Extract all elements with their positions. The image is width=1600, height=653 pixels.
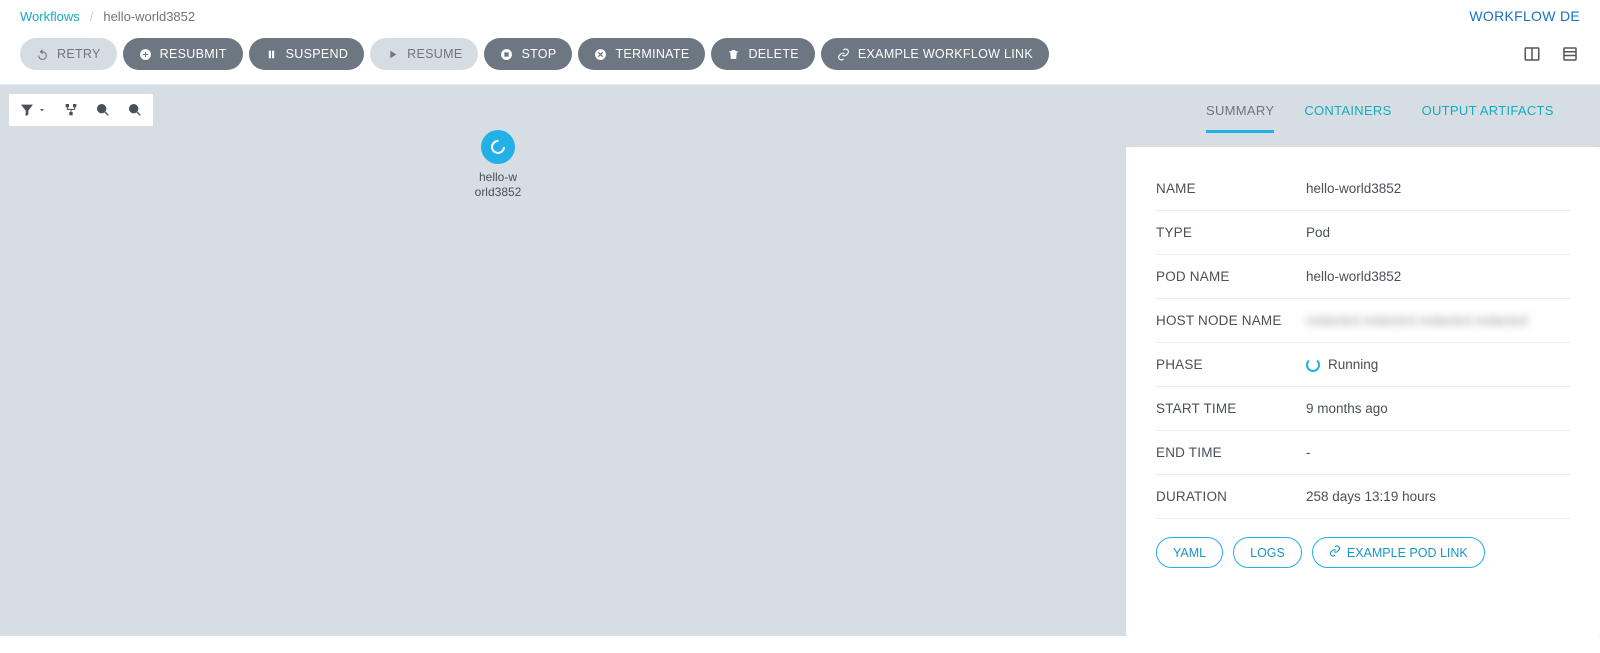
- workflow-details-label[interactable]: WORKFLOW DE: [1469, 8, 1580, 24]
- host-node-value: redacted redacted redacted redacted: [1306, 313, 1570, 328]
- name-label: NAME: [1156, 181, 1306, 196]
- node-status-icon: [481, 130, 515, 164]
- retry-label: RETRY: [57, 47, 101, 61]
- example-workflow-link-label: EXAMPLE WORKFLOW LINK: [858, 47, 1033, 61]
- example-workflow-link-button[interactable]: EXAMPLE WORKFLOW LINK: [821, 38, 1049, 70]
- duration-value: 258 days 13:19 hours: [1306, 489, 1570, 504]
- end-time-label: END TIME: [1156, 445, 1306, 460]
- link-icon: [1329, 545, 1341, 560]
- yaml-button[interactable]: YAML: [1156, 537, 1223, 568]
- breadcrumb: Workflows / hello-world3852: [20, 9, 195, 24]
- suspend-button[interactable]: SUSPEND: [249, 38, 365, 70]
- resubmit-label: RESUBMIT: [160, 47, 227, 61]
- start-time-label: START TIME: [1156, 401, 1306, 416]
- stop-button[interactable]: STOP: [484, 38, 572, 70]
- retry-button[interactable]: RETRY: [20, 38, 117, 70]
- resume-label: RESUME: [407, 47, 462, 61]
- pod-name-value: hello-world3852: [1306, 269, 1570, 284]
- breadcrumb-separator: /: [90, 9, 94, 24]
- breadcrumb-root-link[interactable]: Workflows: [20, 9, 80, 24]
- workflow-canvas[interactable]: hello-world3852: [0, 85, 1108, 636]
- phase-label: PHASE: [1156, 357, 1306, 372]
- phase-value: Running: [1306, 357, 1570, 372]
- host-node-label: HOST NODE NAME: [1156, 313, 1306, 328]
- canvas-tools: [8, 93, 154, 127]
- end-time-value: -: [1306, 445, 1570, 460]
- running-spinner-icon: [1306, 358, 1320, 372]
- stop-label: STOP: [521, 47, 556, 61]
- type-label: TYPE: [1156, 225, 1306, 240]
- kv-duration: DURATION 258 days 13:19 hours: [1156, 475, 1570, 519]
- summary-card: NAME hello-world3852 TYPE Pod POD NAME h…: [1126, 147, 1600, 636]
- resume-button[interactable]: RESUME: [370, 38, 478, 70]
- delete-button[interactable]: DELETE: [711, 38, 814, 70]
- type-value: Pod: [1306, 225, 1570, 240]
- pod-name-label: POD NAME: [1156, 269, 1306, 284]
- suspend-label: SUSPEND: [286, 47, 349, 61]
- x-circle-icon: [594, 48, 607, 61]
- example-pod-link-button[interactable]: EXAMPLE POD LINK: [1312, 537, 1485, 568]
- toolbar: RETRY RESUBMIT SUSPEND RESUME STOP TERMI…: [0, 34, 1600, 85]
- graph-layout-icon[interactable]: [63, 102, 79, 118]
- duration-label: DURATION: [1156, 489, 1306, 504]
- name-value: hello-world3852: [1306, 181, 1570, 196]
- link-icon: [837, 48, 850, 61]
- kv-pod-name: POD NAME hello-world3852: [1156, 255, 1570, 299]
- kv-host-node: HOST NODE NAME redacted redacted redacte…: [1156, 299, 1570, 343]
- kv-start-time: START TIME 9 months ago: [1156, 387, 1570, 431]
- terminate-button[interactable]: TERMINATE: [578, 38, 705, 70]
- list-icon[interactable]: [1560, 44, 1580, 64]
- zoom-in-icon[interactable]: [95, 102, 111, 118]
- workflow-node[interactable]: hello-world3852: [468, 130, 528, 200]
- kv-type: TYPE Pod: [1156, 211, 1570, 255]
- pause-icon: [265, 48, 278, 61]
- tab-summary[interactable]: SUMMARY: [1206, 103, 1274, 133]
- example-pod-link-label: EXAMPLE POD LINK: [1347, 546, 1468, 560]
- tab-output-artifacts[interactable]: OUTPUT ARTIFACTS: [1422, 103, 1554, 133]
- columns-icon[interactable]: [1522, 44, 1542, 64]
- kv-phase: PHASE Running: [1156, 343, 1570, 387]
- terminate-label: TERMINATE: [615, 47, 689, 61]
- play-icon: [386, 48, 399, 61]
- filter-dropdown[interactable]: [19, 102, 47, 118]
- start-time-value: 9 months ago: [1306, 401, 1570, 416]
- undo-icon: [36, 48, 49, 61]
- kv-name: NAME hello-world3852: [1156, 167, 1570, 211]
- tab-containers[interactable]: CONTAINERS: [1304, 103, 1391, 133]
- breadcrumb-current: hello-world3852: [103, 9, 195, 24]
- zoom-out-icon[interactable]: [127, 102, 143, 118]
- stop-circle-icon: [500, 48, 513, 61]
- side-panel: SUMMARY CONTAINERS OUTPUT ARTIFACTS NAME…: [1108, 85, 1600, 636]
- logs-button[interactable]: LOGS: [1233, 537, 1302, 568]
- kv-end-time: END TIME -: [1156, 431, 1570, 475]
- plus-circle-icon: [139, 48, 152, 61]
- node-label: hello-world3852: [468, 170, 528, 200]
- delete-label: DELETE: [748, 47, 798, 61]
- trash-icon: [727, 48, 740, 61]
- resubmit-button[interactable]: RESUBMIT: [123, 38, 243, 70]
